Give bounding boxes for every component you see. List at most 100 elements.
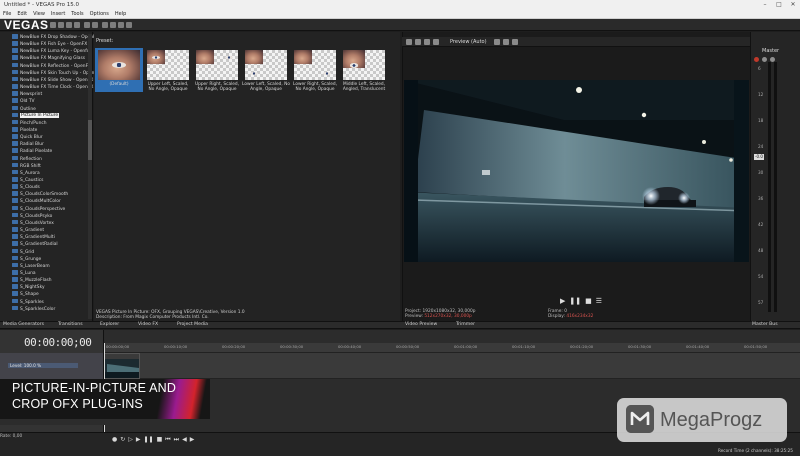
menu-view[interactable]: View xyxy=(33,10,45,18)
go-to-end-icon[interactable]: ⏭ xyxy=(174,436,179,444)
open-icon[interactable] xyxy=(58,22,64,28)
fx-list-item[interactable]: S_LaserBeam xyxy=(12,262,50,270)
fx-list-item[interactable]: S_CloudsVortex xyxy=(12,219,54,227)
stop-icon[interactable]: ■ xyxy=(157,436,163,444)
fx-list-item[interactable]: NewBlue FX Skin Touch Up - OpenFX xyxy=(12,69,100,77)
master-mute-icon[interactable] xyxy=(754,57,759,62)
preview-settings-icon[interactable] xyxy=(406,39,412,45)
new-project-icon[interactable] xyxy=(50,22,56,28)
fx-list-item[interactable]: RGB Shift xyxy=(12,162,41,170)
fx-list-item[interactable]: S_MuzzleFlash xyxy=(12,277,52,284)
previous-frame-icon[interactable]: ◀ xyxy=(182,436,187,444)
fx-list-item[interactable]: Reflection xyxy=(12,155,42,163)
save-snapshot-icon[interactable] xyxy=(512,39,518,45)
fx-list-item[interactable]: S_Aurora xyxy=(12,169,40,177)
go-to-start-icon[interactable]: ⏮ xyxy=(165,436,170,444)
close-icon[interactable]: ✕ xyxy=(786,0,800,10)
tab-video-preview[interactable]: Video Preview xyxy=(405,321,437,329)
preset-thumbnail[interactable] xyxy=(98,50,140,80)
fx-list-item[interactable]: S_NightSky xyxy=(12,284,45,291)
fx-list-item[interactable]: S_Gradient xyxy=(12,227,44,234)
fx-list-item[interactable]: Picture In Picture xyxy=(12,112,60,120)
menu-file[interactable]: File xyxy=(3,10,11,18)
tab-media-generators[interactable]: Media Generators xyxy=(3,321,44,329)
preset-thumbnail[interactable] xyxy=(294,50,336,80)
play-icon[interactable]: ▶ xyxy=(560,297,565,305)
fx-list-item[interactable]: Old TV xyxy=(12,98,35,105)
play-icon[interactable]: ▶ xyxy=(136,436,141,444)
fx-list-item[interactable]: Outline xyxy=(12,105,36,113)
fx-list-scrollbar[interactable] xyxy=(88,34,92,319)
fx-list-item[interactable]: S_CloudsMultColor xyxy=(12,198,61,205)
video-fx-icon[interactable] xyxy=(424,39,430,45)
fx-list-item[interactable]: Quick Blur xyxy=(12,134,43,141)
fx-list-item[interactable]: S_Grunge xyxy=(12,255,41,263)
cursor-tool-icon[interactable] xyxy=(102,22,108,28)
tab-trimmer[interactable]: Trimmer xyxy=(456,321,475,329)
master-fader-handle[interactable]: -0.0 xyxy=(754,154,764,160)
fx-list-item[interactable]: NewBlue FX Reflection - OpenFX xyxy=(12,62,91,70)
selection-tool-icon[interactable] xyxy=(118,22,124,28)
loop-icon[interactable]: ↻ xyxy=(120,436,125,444)
menu-insert[interactable]: Insert xyxy=(51,10,65,18)
menu-edit[interactable]: Edit xyxy=(17,10,27,18)
fx-list-item[interactable]: S_CloudsPerspective xyxy=(12,205,65,213)
fx-list-item[interactable]: S_CloudsPsyko xyxy=(12,212,52,220)
fx-list-item[interactable]: S_GradientMulti xyxy=(12,234,55,241)
copy-snapshot-icon[interactable] xyxy=(503,39,509,45)
menu-help[interactable]: Help xyxy=(115,10,126,18)
fx-list-item[interactable]: Newsprint xyxy=(12,91,42,98)
tab-video-fx[interactable]: Video FX xyxy=(138,321,158,329)
undo-icon[interactable] xyxy=(84,22,90,28)
fx-list-item[interactable]: S_Shape xyxy=(12,291,39,298)
preview-overlay-icon[interactable] xyxy=(433,39,439,45)
pause-icon[interactable]: ❚❚ xyxy=(144,436,154,444)
preview-quality-dropdown[interactable]: Preview (Auto) xyxy=(450,38,487,46)
render-icon[interactable] xyxy=(74,22,80,28)
fx-list-item[interactable]: Pixelate xyxy=(12,126,37,134)
master-fx-icon[interactable] xyxy=(762,57,767,62)
fx-list-item[interactable]: NewBlue FX Drop Shadow - OpenFX xyxy=(12,34,99,41)
redo-icon[interactable] xyxy=(92,22,98,28)
pause-icon[interactable]: ❚❚ xyxy=(569,297,581,305)
envelope-tool-icon[interactable] xyxy=(110,22,116,28)
fx-list-item[interactable]: S_Luna xyxy=(12,269,36,277)
fx-list-item[interactable]: NewBlue FX Time Clock - OpenFX xyxy=(12,84,93,91)
preset-thumbnail[interactable] xyxy=(196,50,238,80)
maximize-icon[interactable]: □ xyxy=(772,0,786,10)
tab-master-bus[interactable]: Master Bus xyxy=(752,321,778,329)
fx-list-item[interactable]: S_CloudsColorSmooth xyxy=(12,191,68,198)
play-from-start-icon[interactable]: ▷ xyxy=(128,436,133,444)
tab-project-media[interactable]: Project Media xyxy=(177,321,208,329)
preset-thumbnail[interactable] xyxy=(245,50,287,80)
preset-thumbnail[interactable] xyxy=(343,50,385,80)
fx-list-item[interactable]: S_Sparkles xyxy=(12,298,44,306)
minimize-icon[interactable]: – xyxy=(758,0,772,10)
menu-options[interactable]: Options xyxy=(90,10,109,18)
preset-thumbnail[interactable] xyxy=(147,50,189,80)
fx-list-item[interactable]: S_GradientRadial xyxy=(12,241,58,248)
fx-list-item[interactable]: NewBlue FX Magnifying Glass xyxy=(12,55,85,62)
grid-icon[interactable] xyxy=(494,39,500,45)
next-frame-icon[interactable]: ▶ xyxy=(190,436,195,444)
save-icon[interactable] xyxy=(66,22,72,28)
fx-list-item[interactable]: Radial Blur xyxy=(12,141,44,148)
fx-list-item[interactable]: NewBlue FX Luma Key - Openfx xyxy=(12,48,89,55)
fx-list-item[interactable]: Pinch/Punch xyxy=(12,119,47,127)
fx-list-item[interactable]: S_Grid xyxy=(12,248,34,256)
fx-list-item[interactable]: NewBlue FX Slide Show - OpenFX xyxy=(12,76,93,84)
preview-split-icon[interactable] xyxy=(415,39,421,45)
video-clip[interactable] xyxy=(104,353,140,379)
fx-list-item[interactable]: Radial Pixelate xyxy=(12,148,52,155)
fx-list-item[interactable]: S_Caustics xyxy=(12,177,43,184)
menu-tools[interactable]: Tools xyxy=(71,10,83,18)
fx-list-item[interactable]: NewBlue FX Fish Eye - OpenFX xyxy=(12,41,87,48)
menu-lines-icon[interactable]: ☰ xyxy=(596,297,602,305)
fx-list-item[interactable]: S_SparklesColor xyxy=(12,305,55,313)
snap-icon[interactable] xyxy=(126,22,132,28)
fx-list-scroll-thumb[interactable] xyxy=(88,120,92,160)
tab-transitions[interactable]: Transitions xyxy=(58,321,83,329)
fx-list-item[interactable]: S_Clouds xyxy=(12,184,40,191)
record-icon[interactable]: ● xyxy=(112,436,117,444)
stop-icon[interactable]: ■ xyxy=(585,297,592,305)
